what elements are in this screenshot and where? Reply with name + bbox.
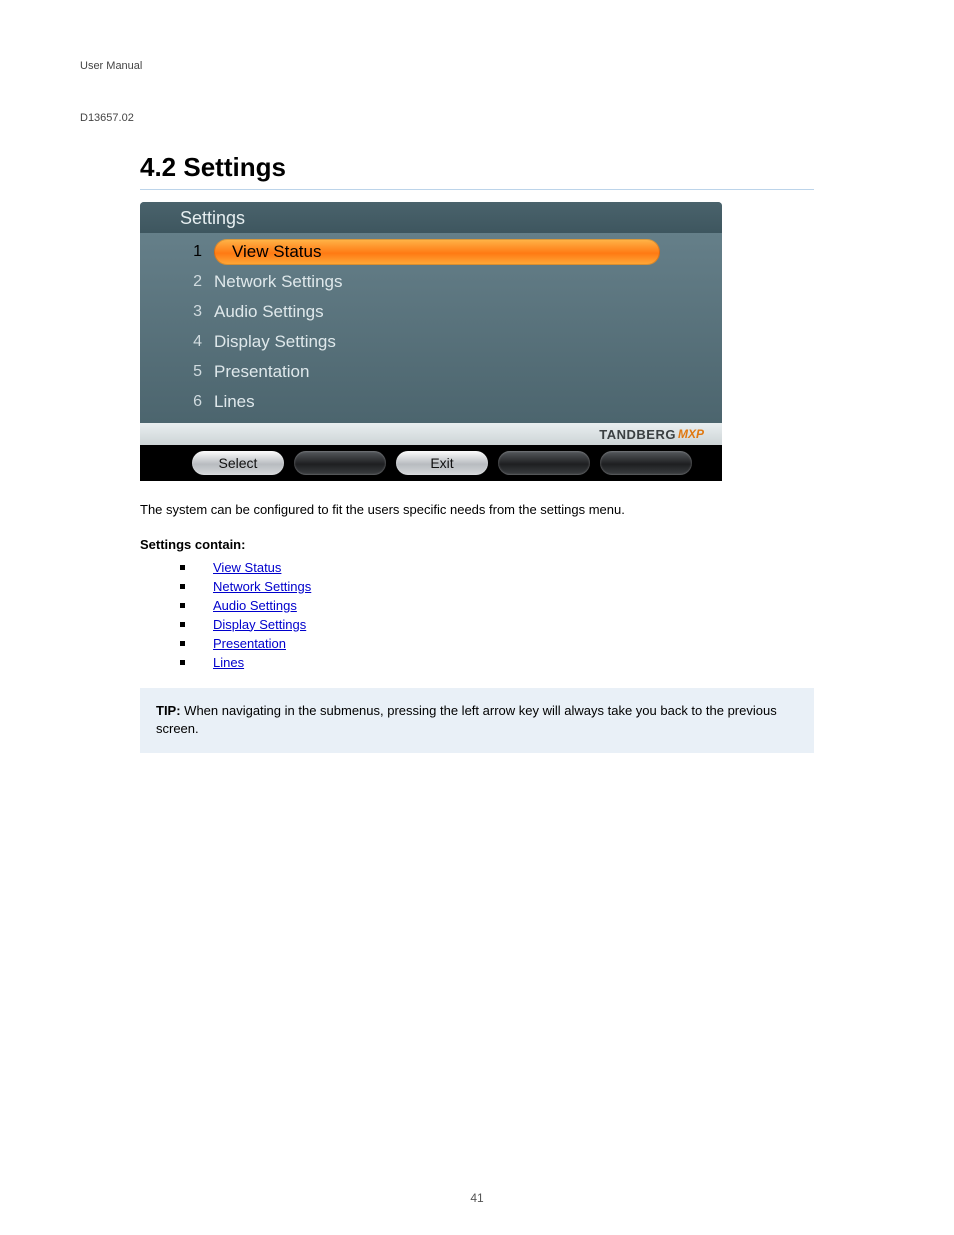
menu-item-presentation[interactable]: 5 Presentation (140, 357, 722, 387)
list-item: Lines (180, 653, 814, 672)
list-item: Network Settings (180, 577, 814, 596)
list-item: View Status (180, 558, 814, 577)
brand-strip: TANDBERG MXP (140, 423, 722, 445)
menu-item-label: Lines (214, 389, 702, 415)
menu-item-number: 5 (180, 363, 202, 381)
menu-item-number: 6 (180, 393, 202, 411)
settings-link-presentation[interactable]: Presentation (213, 636, 286, 651)
brand-name: TANDBERG (599, 427, 676, 442)
settings-contain-heading: Settings contain: (140, 537, 814, 552)
settings-link-display-settings[interactable]: Display Settings (213, 617, 306, 632)
menu-item-view-status[interactable]: 1 View Status (140, 237, 722, 267)
menu-item-number: 2 (180, 273, 202, 291)
section-title: 4.2 Settings (140, 152, 874, 183)
exit-button[interactable]: Exit (396, 451, 488, 475)
page-number: 41 (0, 1191, 954, 1205)
menu-item-label: Network Settings (214, 269, 702, 295)
settings-link-audio-settings[interactable]: Audio Settings (213, 598, 297, 613)
panel-title: Settings (140, 202, 722, 233)
settings-menu: 1 View Status 2 Network Settings 3 Audio Sett… (140, 233, 722, 423)
list-item: Presentation (180, 634, 814, 653)
menu-item-number: 3 (180, 303, 202, 321)
intro-text: The system can be configured to fit the … (140, 501, 814, 519)
tip-box: TIP: When navigating in the submenus, pr… (140, 688, 814, 754)
list-item: Display Settings (180, 615, 814, 634)
menu-item-audio-settings[interactable]: 3 Audio Settings (140, 297, 722, 327)
settings-panel: Settings 1 View Status 2 Network Settings 3A… (140, 202, 722, 481)
menu-item-label: Presentation (214, 359, 702, 385)
menu-item-number: 1 (180, 243, 202, 261)
menu-item-label: Audio Settings (214, 299, 702, 325)
doc-number: D13657.02 (80, 112, 874, 124)
menu-item-display-settings[interactable]: 4 Display Settings (140, 327, 722, 357)
blank-button (498, 451, 590, 475)
button-bar: Select Exit (140, 445, 722, 481)
header-user-manual: User Manual (80, 60, 874, 72)
select-button[interactable]: Select (192, 451, 284, 475)
menu-item-number: 4 (180, 333, 202, 351)
menu-item-label: View Status (214, 239, 660, 265)
menu-item-network-settings[interactable]: 2 Network Settings (140, 267, 722, 297)
blank-button (600, 451, 692, 475)
settings-link-view-status[interactable]: View Status (213, 560, 281, 575)
brand-model: MXP (678, 427, 704, 441)
settings-link-network-settings[interactable]: Network Settings (213, 579, 311, 594)
menu-item-label: Display Settings (214, 329, 702, 355)
list-item: Audio Settings (180, 596, 814, 615)
settings-link-list: View Status Network Settings Audio Setting… (180, 558, 814, 672)
menu-item-lines[interactable]: 6 Lines (140, 387, 722, 417)
tip-text: When navigating in the submenus, pressin… (156, 703, 777, 737)
settings-link-lines[interactable]: Lines (213, 655, 244, 670)
divider (140, 189, 814, 190)
blank-button (294, 451, 386, 475)
tip-label: TIP: (156, 703, 181, 718)
